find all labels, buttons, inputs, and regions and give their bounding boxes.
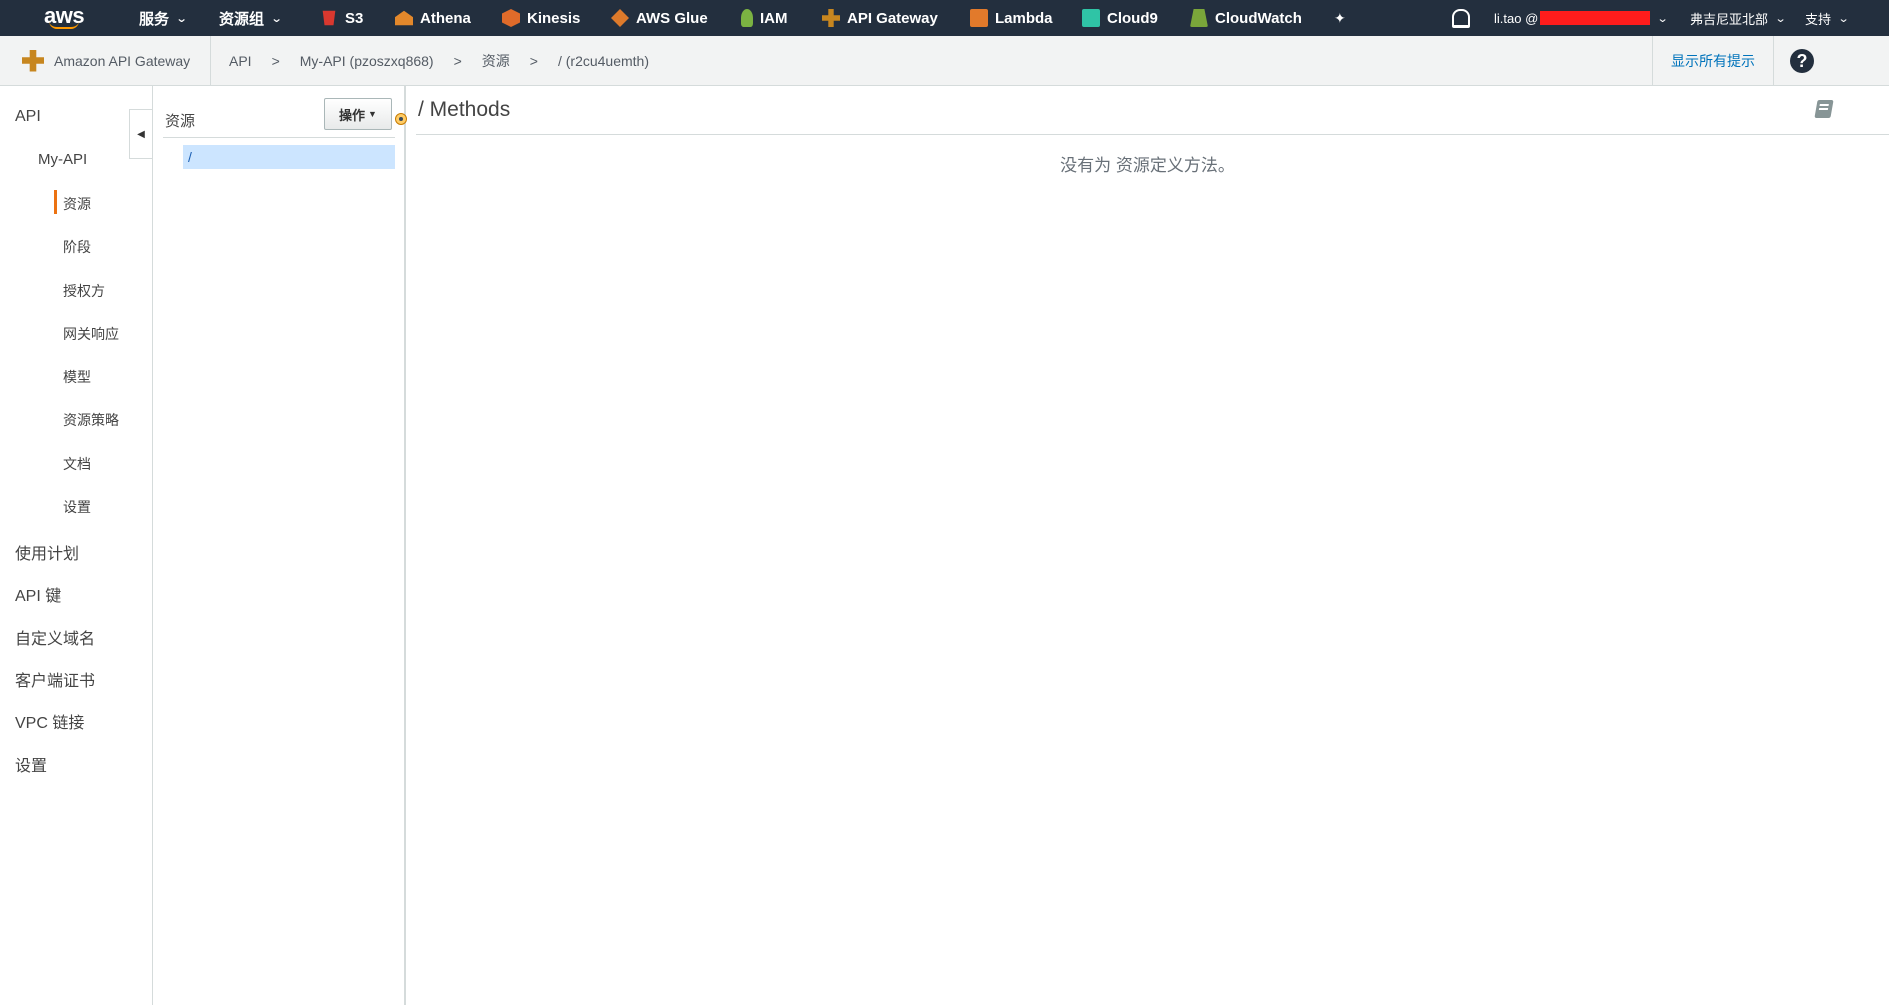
- resource-groups-label: 资源组: [219, 10, 265, 28]
- divider: [416, 134, 1889, 135]
- support-label: 支持: [1805, 11, 1832, 27]
- service-name: Amazon API Gateway: [54, 52, 191, 69]
- shortcut-cloudwatch[interactable]: CloudWatch: [1190, 0, 1302, 36]
- caret-down-icon: ▼: [368, 109, 377, 119]
- top-navigation-bar: aws 服务 ⌄ 资源组 ⌄ S3 Athena Kinesis AWS Glue …: [0, 0, 1889, 36]
- page-title: / Methods: [418, 98, 511, 121]
- main-content: / Methods 没有为 资源定义方法。: [406, 86, 1889, 1005]
- actions-label: 操作: [339, 107, 366, 123]
- help-icon[interactable]: ?: [1790, 49, 1814, 73]
- chevron-down-icon: ⌄: [175, 12, 188, 25]
- breadcrumb-resources[interactable]: 资源: [482, 51, 510, 71]
- cloud9-icon: [1082, 9, 1100, 27]
- actions-dropdown-button[interactable]: 操作 ▼: [324, 98, 392, 130]
- chevron-down-icon: ⌄: [270, 12, 283, 25]
- api-gateway-icon: [822, 9, 840, 27]
- sidebar-item-stages[interactable]: 阶段: [63, 237, 91, 257]
- notifications-button[interactable]: [1452, 0, 1470, 36]
- shortcut-lambda[interactable]: Lambda: [970, 0, 1053, 36]
- breadcrumb-separator: >: [529, 52, 538, 69]
- sidebar-item-my-api[interactable]: My-API: [38, 151, 87, 168]
- shortcut-api-gateway[interactable]: API Gateway: [822, 0, 938, 36]
- sidebar-item-documentation[interactable]: 文档: [63, 454, 91, 474]
- show-all-hints-button[interactable]: 显示所有提示: [1652, 36, 1774, 85]
- sidebar-item-usage-plans[interactable]: 使用计划: [15, 540, 79, 564]
- glue-icon: [611, 9, 629, 27]
- shortcut-label: CloudWatch: [1215, 9, 1302, 27]
- chevron-down-icon: ⌄: [1837, 12, 1850, 25]
- sidebar-item-custom-domains[interactable]: 自定义域名: [15, 625, 95, 649]
- sidebar-item-authorizers[interactable]: 授权方: [63, 281, 105, 301]
- api-gateway-icon: [22, 49, 44, 72]
- aws-logo[interactable]: aws: [44, 0, 85, 36]
- resource-groups-menu[interactable]: 资源组 ⌄: [219, 0, 283, 36]
- collapse-sidebar-button[interactable]: ◀: [129, 109, 152, 159]
- shortcut-aws-glue[interactable]: AWS Glue: [611, 0, 708, 36]
- breadcrumb-my-api[interactable]: My-API (pzoszxq868): [300, 53, 434, 69]
- region-label: 弗吉尼亚北部: [1690, 11, 1769, 27]
- shortcut-label: Kinesis: [527, 9, 581, 27]
- shortcut-s3[interactable]: S3: [320, 0, 363, 36]
- chevron-down-icon: ⌄: [1774, 12, 1787, 25]
- support-menu[interactable]: 支持 ⌄: [1805, 0, 1850, 36]
- sidebar-item-settings[interactable]: 设置: [15, 752, 47, 776]
- shortcut-cloud9[interactable]: Cloud9: [1082, 0, 1158, 36]
- bell-icon: [1452, 8, 1470, 28]
- pin-icon[interactable]: ✦: [1334, 0, 1346, 36]
- left-sidebar: API My-API 资源 阶段 授权方 网关响应 模型 资源策略 文档 设置 …: [0, 86, 153, 1005]
- shortcut-iam[interactable]: IAM: [741, 0, 788, 36]
- sidebar-item-gateway-responses[interactable]: 网关响应: [63, 324, 119, 344]
- shortcut-label: Athena: [420, 9, 471, 27]
- empty-methods-message: 没有为 资源定义方法。: [1060, 156, 1235, 175]
- sidebar-item-vpc-links[interactable]: VPC 链接: [15, 709, 84, 733]
- shortcut-label: S3: [345, 9, 364, 27]
- lambda-icon: [970, 9, 988, 27]
- shortcut-label: AWS Glue: [636, 9, 708, 27]
- iam-icon: [741, 9, 753, 27]
- breadcrumb-current-resource: / (r2cu4uemth): [557, 52, 650, 69]
- kinesis-icon: [502, 9, 520, 27]
- cloudwatch-icon: [1190, 9, 1208, 27]
- shortcut-athena[interactable]: Athena: [395, 0, 471, 36]
- divider: [163, 137, 395, 138]
- sidebar-item-models[interactable]: 模型: [63, 367, 91, 387]
- chevron-down-icon: ⌄: [1656, 12, 1669, 25]
- shortcut-label: API Gateway: [847, 9, 938, 27]
- shortcut-kinesis[interactable]: Kinesis: [502, 0, 580, 36]
- service-header-bar: Amazon API Gateway API > My-API (pzoszxq…: [0, 36, 1889, 86]
- account-user: li.tao @: [1494, 10, 1539, 26]
- resource-tree-item-root[interactable]: /: [183, 145, 395, 169]
- resources-panel: 资源 操作 ▼ /: [153, 86, 406, 1005]
- shortcut-label: Cloud9: [1107, 9, 1158, 27]
- aws-smile-icon: [49, 21, 80, 29]
- sidebar-item-resource-policy[interactable]: 资源策略: [63, 410, 119, 430]
- athena-icon: [395, 10, 413, 26]
- service-home-link[interactable]: Amazon API Gateway: [0, 36, 211, 85]
- services-label: 服务: [139, 10, 170, 28]
- sidebar-item-api-keys[interactable]: API 键: [15, 582, 61, 606]
- caret-left-icon: ◀: [137, 128, 145, 140]
- sidebar-item-api[interactable]: API: [15, 108, 41, 126]
- sidebar-item-api-settings[interactable]: 设置: [63, 497, 91, 517]
- services-menu[interactable]: 服务 ⌄: [139, 0, 188, 36]
- shortcut-label: IAM: [760, 9, 788, 27]
- breadcrumb-api[interactable]: API: [229, 53, 252, 69]
- redacted-account-id: [1540, 11, 1651, 25]
- sidebar-item-client-certificates[interactable]: 客户端证书: [15, 667, 95, 691]
- book-icon[interactable]: [1814, 100, 1834, 118]
- shortcut-label: Lambda: [995, 9, 1053, 27]
- region-menu[interactable]: 弗吉尼亚北部 ⌄: [1690, 0, 1787, 36]
- account-menu[interactable]: li.tao @ ⌄: [1494, 0, 1669, 36]
- resources-title: 资源: [165, 113, 196, 130]
- breadcrumb: API > My-API (pzoszxq868) > 资源 > / (r2cu…: [229, 36, 649, 85]
- s3-icon: [322, 10, 336, 26]
- active-indicator: [54, 190, 57, 214]
- breadcrumb-separator: >: [271, 52, 280, 69]
- resource-path: /: [188, 149, 192, 165]
- sidebar-item-resources[interactable]: 资源: [63, 194, 91, 214]
- breadcrumb-separator: >: [453, 52, 462, 69]
